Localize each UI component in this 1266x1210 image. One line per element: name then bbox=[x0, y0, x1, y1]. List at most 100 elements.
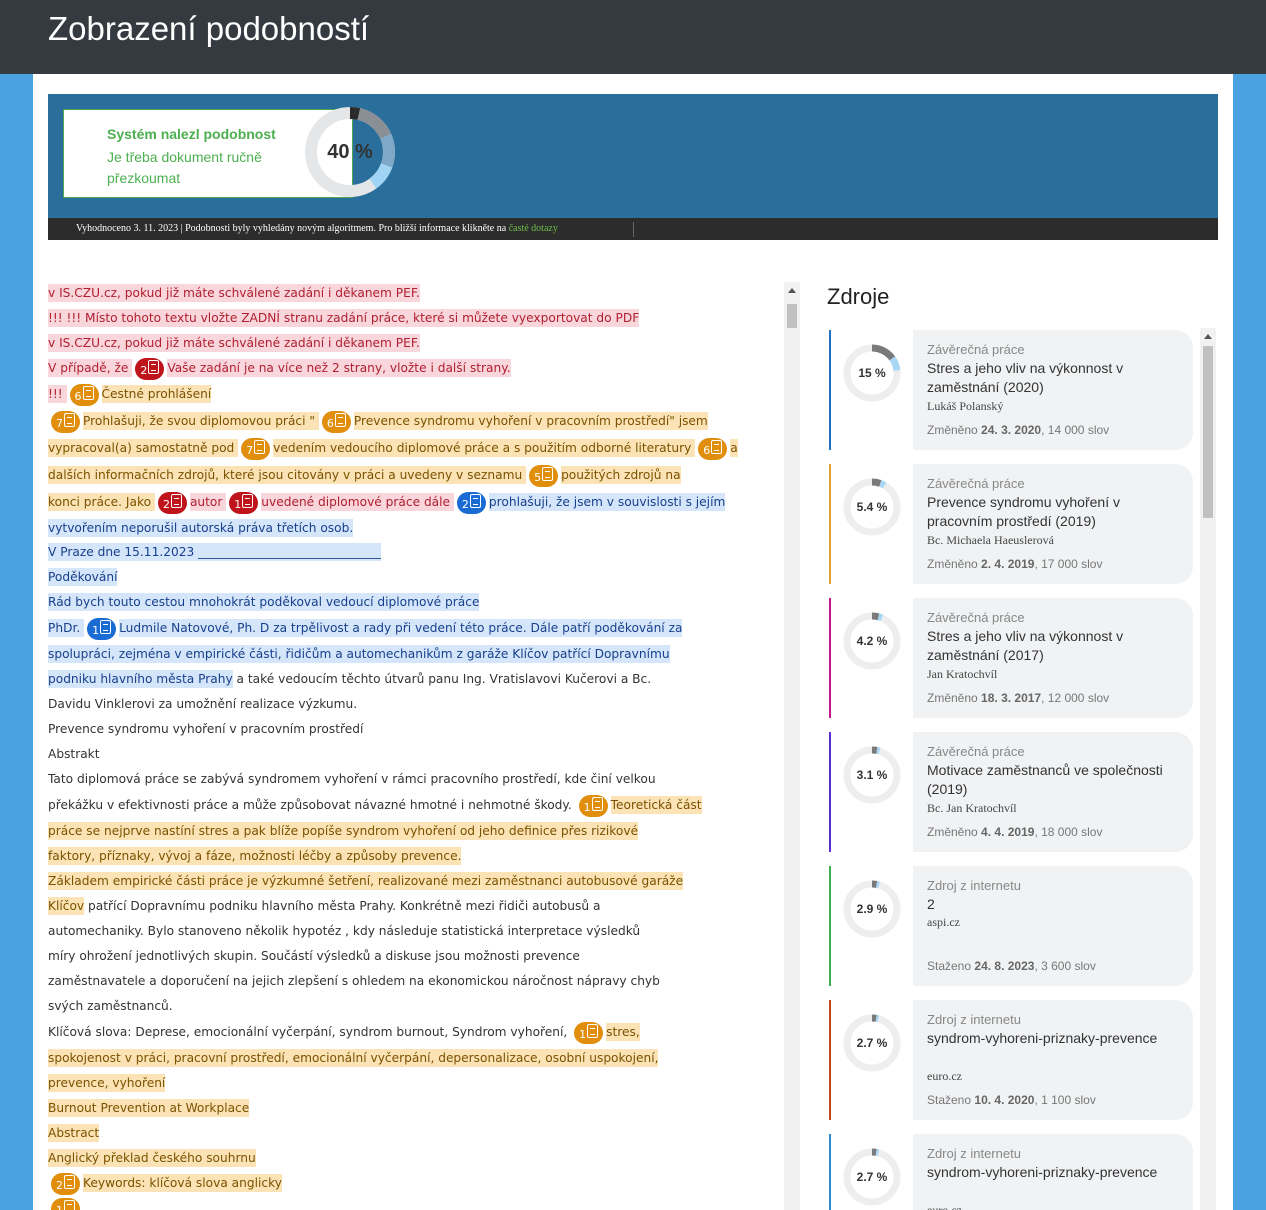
highlighted-text[interactable]: faktory, příznaky, vývoj a fáze, možnost… bbox=[48, 847, 462, 865]
summary-status: Systém nalezl podobnost bbox=[107, 126, 276, 142]
highlighted-text[interactable]: práce se nejprve nastíní stres a pak blí… bbox=[48, 822, 639, 840]
highlighted-text[interactable]: Anglický překlad českého souhrnu bbox=[48, 1149, 256, 1167]
highlighted-text[interactable]: Rád bych touto cestou mnohokrát poděkova… bbox=[48, 593, 480, 611]
source-match-badge[interactable]: 1 bbox=[574, 1021, 604, 1044]
source-match-badge[interactable]: 2 bbox=[51, 1172, 80, 1195]
source-card[interactable]: 2.7 % Zdroj z internetu syndrom-vyhoreni-p… bbox=[829, 1134, 1193, 1210]
document-icon bbox=[100, 619, 112, 634]
highlighted-text[interactable]: Teoretická část bbox=[610, 796, 702, 814]
text-segment: Abstrakt bbox=[48, 747, 100, 761]
source-title[interactable]: Stres a jeho vliv na výkonnost v zaměstn… bbox=[927, 359, 1177, 397]
highlighted-text[interactable]: vytvořením neporušil autorská práva třet… bbox=[48, 519, 354, 537]
highlighted-text[interactable]: stres, bbox=[606, 1023, 640, 1041]
document-scroll-thumb[interactable] bbox=[787, 304, 797, 328]
source-title[interactable]: syndrom-vyhoreni-priznaky-prevence bbox=[927, 1029, 1177, 1048]
text-segment: zaměstnavatele a doporučení na jejich zl… bbox=[48, 974, 660, 988]
source-match-badge[interactable]: 6 bbox=[698, 437, 728, 460]
document-icon bbox=[334, 412, 346, 427]
highlighted-text[interactable]: Keywords: klíčová slova anglicky bbox=[83, 1174, 282, 1192]
highlighted-text[interactable]: Prohlašuji, že svou diplomovou práci " bbox=[83, 412, 319, 430]
source-gauge-panel: 3.1 % bbox=[831, 732, 913, 852]
source-match-badge[interactable]: 1 bbox=[87, 617, 117, 640]
source-type: Zdroj z internetu bbox=[927, 1012, 1021, 1027]
source-author: Bc. Jan Kratochvíl bbox=[927, 801, 1017, 815]
source-author: euro.cz bbox=[927, 1069, 962, 1083]
highlighted-text[interactable]: Abstract bbox=[48, 1124, 100, 1142]
source-match-badge[interactable]: 2 bbox=[157, 491, 187, 514]
document-line: Klíčová slova: Deprese, emocionální vyče… bbox=[48, 1021, 640, 1044]
highlighted-text[interactable]: podniku hlavního města Prahy bbox=[48, 670, 233, 688]
document-line: překážku v efektivnosti práce a může způ… bbox=[48, 794, 702, 817]
source-match-badge[interactable]: 7 bbox=[51, 410, 80, 433]
highlighted-text[interactable]: V Praze dne 15.11.2023 _________________… bbox=[48, 543, 381, 561]
source-match-badge[interactable]: 7 bbox=[241, 437, 271, 460]
document-line: v IS.CZU.cz, pokud již máte schválené za… bbox=[48, 282, 420, 304]
highlighted-text[interactable]: autor bbox=[189, 493, 227, 511]
highlighted-text[interactable]: uvedené diplomové práce dále bbox=[261, 493, 454, 511]
highlighted-text[interactable]: Klíčov bbox=[48, 897, 85, 915]
highlighted-text[interactable]: prohlašuji, že jsem v souvislosti s její… bbox=[488, 493, 726, 511]
source-card[interactable]: 15 % Závěrečná práce Stres a jeho vliv na … bbox=[829, 330, 1193, 450]
scroll-up-arrow-icon[interactable] bbox=[1204, 334, 1212, 339]
source-match-count: 7 bbox=[246, 443, 254, 457]
source-title[interactable]: 2 bbox=[927, 895, 1177, 914]
source-match-badge[interactable]: 6 bbox=[321, 410, 351, 433]
source-card[interactable]: 2.7 % Zdroj z internetu syndrom-vyhoreni-p… bbox=[829, 1000, 1193, 1120]
source-match-count: 1 bbox=[234, 497, 242, 511]
source-title[interactable]: syndrom-vyhoreni-priznaky-prevence bbox=[927, 1163, 1177, 1182]
document-scrollbar[interactable] bbox=[784, 282, 800, 1210]
source-title[interactable]: Prevence syndromu vyhoření v pracovním p… bbox=[927, 493, 1177, 531]
text-segment: a také vedoucím těchto útvarů panu Ing. … bbox=[232, 672, 652, 686]
source-type: Závěrečná práce bbox=[927, 744, 1025, 759]
source-title[interactable]: Motivace zaměstnanců ve společnosti (201… bbox=[927, 761, 1177, 799]
source-match-badge[interactable]: 2 bbox=[456, 491, 486, 514]
highlighted-text[interactable]: prevence, vyhoření bbox=[48, 1074, 166, 1092]
source-match-badge[interactable]: 2 bbox=[135, 357, 165, 380]
source-match-badge[interactable]: 6 bbox=[69, 383, 99, 406]
source-date-label: Změněno bbox=[927, 825, 978, 839]
source-card[interactable]: 3.1 % Závěrečná práce Motivace zaměstnanců… bbox=[829, 732, 1193, 852]
source-similarity-value: 15 % bbox=[858, 366, 886, 380]
document-line: V Praze dne 15.11.2023 _________________… bbox=[48, 541, 381, 563]
highlighted-text[interactable]: v IS.CZU.cz, pokud již máte schválené za… bbox=[48, 334, 420, 352]
highlighted-text[interactable]: konci práce. Jako bbox=[48, 493, 155, 511]
highlighted-text[interactable]: Prevence syndromu vyhoření v pracovním p… bbox=[353, 412, 708, 430]
highlighted-text[interactable]: a bbox=[730, 439, 738, 457]
source-title[interactable]: Stres a jeho vliv na výkonnost v zaměstn… bbox=[927, 627, 1177, 665]
highlighted-text[interactable]: použitých zdrojů na bbox=[561, 466, 681, 484]
highlighted-text[interactable]: PhDr. bbox=[48, 619, 85, 637]
highlighted-text[interactable]: Ludmile Natovové, Ph. D za trpělivost a … bbox=[119, 619, 683, 637]
highlighted-text[interactable]: Základem empirické části práce je výzkum… bbox=[48, 872, 684, 890]
highlighted-text[interactable]: dalších informačních zdrojů, které jsou … bbox=[48, 466, 527, 484]
document-line: Abstract bbox=[48, 1122, 100, 1144]
source-card[interactable]: 5.4 % Závěrečná práce Prevence syndromu vy… bbox=[829, 464, 1193, 584]
highlighted-text[interactable]: vedením vedoucího diplomové práce a s po… bbox=[273, 439, 696, 457]
faq-link[interactable]: časté dotazy bbox=[509, 223, 558, 234]
source-date-label: Staženo bbox=[927, 1093, 972, 1107]
source-date: 2. 4. 2019 bbox=[981, 557, 1035, 571]
source-match-count: 5 bbox=[534, 470, 542, 484]
source-match-badge[interactable]: 1 bbox=[51, 1197, 80, 1210]
highlighted-text[interactable]: spolupráci, zejména v empirické části, ř… bbox=[48, 645, 670, 663]
source-match-badge[interactable]: 1 bbox=[229, 491, 259, 514]
scroll-up-arrow-icon[interactable] bbox=[788, 288, 796, 293]
highlighted-text[interactable]: !!! !!! Místo tohoto textu vložte ZADNÍ … bbox=[48, 309, 640, 327]
highlighted-text[interactable]: Poděkování bbox=[48, 568, 118, 586]
sources-scrollbar[interactable] bbox=[1200, 328, 1216, 1210]
sources-list: 15 % Závěrečná práce Stres a jeho vliv na … bbox=[827, 328, 1212, 1210]
highlighted-text[interactable]: Čestné prohlášení bbox=[101, 385, 212, 403]
source-card[interactable]: 2.9 % Zdroj z internetu 2 aspi.cz Staženo 24… bbox=[829, 866, 1193, 986]
highlighted-text[interactable]: !!! bbox=[48, 385, 67, 403]
highlighted-text[interactable]: spokojenost v práci, pracovní prostředí,… bbox=[48, 1049, 659, 1067]
highlighted-text[interactable]: Vaše zadání je na více než 2 strany, vlo… bbox=[167, 359, 511, 377]
source-meta: Změněno 18. 3. 2017, 12 000 slov bbox=[927, 691, 1109, 705]
source-gauge-panel: 2.7 % bbox=[831, 1000, 913, 1120]
highlighted-text[interactable]: v IS.CZU.cz, pokud již máte schválené za… bbox=[48, 284, 420, 302]
source-match-badge[interactable]: 5 bbox=[529, 464, 559, 487]
highlighted-text[interactable]: V případě, že bbox=[48, 359, 133, 377]
source-card[interactable]: 4.2 % Závěrečná práce Stres a jeho vliv na… bbox=[829, 598, 1193, 718]
highlighted-text[interactable]: Burnout Prevention at Workplace bbox=[48, 1099, 250, 1117]
sources-scroll-thumb[interactable] bbox=[1203, 346, 1213, 518]
highlighted-text[interactable]: vypracoval(a) samostatně pod bbox=[48, 439, 239, 457]
source-match-badge[interactable]: 1 bbox=[578, 794, 608, 817]
